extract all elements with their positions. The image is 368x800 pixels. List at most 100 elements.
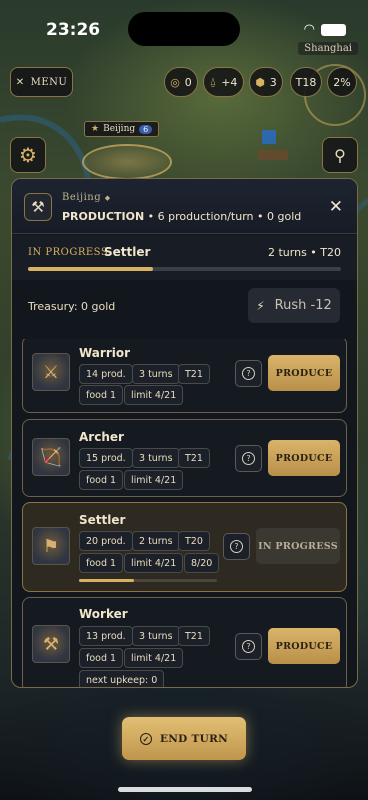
help-icon: ?: [242, 452, 255, 465]
limit-chip: limit 4/21: [124, 385, 184, 405]
help-icon: ?: [242, 640, 255, 653]
ready-chip: T21: [178, 626, 210, 646]
food-chip: food 1: [79, 553, 124, 573]
end-turn-button[interactable]: ✓ END TURN: [122, 717, 246, 760]
settler-icon: ⚑: [32, 527, 70, 565]
science-value: 0: [184, 75, 192, 89]
turn-pill[interactable]: T18: [290, 67, 322, 97]
dynamic-island: [128, 12, 240, 46]
close-panel-button[interactable]: ✕: [329, 197, 343, 217]
warrior-icon: ⚔: [32, 353, 70, 391]
produce-button[interactable]: PRODUCE: [268, 628, 340, 664]
city-label-beijing-name: Beijing: [103, 124, 136, 134]
prod-chip: 15 prod.: [79, 448, 133, 468]
panel-city-name: Beijing ◆: [62, 192, 111, 203]
production-pill[interactable]: ⬢ 3: [249, 67, 283, 97]
city-size-badge: 6: [139, 124, 153, 134]
in-progress-turns: 2 turns • T20: [267, 246, 341, 259]
settler-progress-fill: [79, 579, 135, 582]
rush-button[interactable]: ⚡ Rush -12: [248, 288, 340, 323]
gear-icon: ⚙: [19, 143, 37, 167]
unit-card-settler[interactable]: ⚑ Settler 20 prod. 2 turns T20 food 1 li…: [22, 502, 347, 592]
production-value: 3: [269, 75, 277, 89]
unit-info-button[interactable]: ?: [235, 360, 262, 387]
culture-icon: ⍙: [209, 75, 217, 88]
culture-value: +4: [221, 75, 238, 89]
turns-chip: 3 turns: [132, 626, 180, 646]
turns-chip: 3 turns: [132, 448, 180, 468]
help-icon: ?: [242, 367, 255, 380]
prod-chip: 20 prod.: [79, 531, 133, 551]
city-label-shanghai[interactable]: Shanghai: [298, 42, 358, 55]
ready-chip: T21: [178, 364, 210, 384]
cube-icon: ⬢: [255, 75, 265, 89]
unit-list[interactable]: ⚔ Warrior 14 prod. 3 turns T21 food 1 li…: [22, 339, 347, 687]
in-progress-section: IN PROGRESS Settler 2 turns • T20: [12, 235, 357, 280]
unit-name: Warrior: [79, 346, 131, 360]
in-progress-bar: [28, 267, 341, 271]
close-icon: ✕: [328, 197, 343, 217]
treasury-text: Treasury: 0 gold: [28, 300, 116, 313]
close-icon: ✕: [15, 76, 25, 88]
archer-icon: 🏹: [32, 438, 70, 476]
prod-chip: 14 prod.: [79, 364, 133, 384]
percent-pill[interactable]: 2%: [327, 67, 357, 97]
unit-info-button[interactable]: ?: [223, 533, 250, 560]
help-icon: ?: [230, 540, 243, 553]
unit-name: Worker: [79, 607, 128, 621]
prod-chip: 13 prod.: [79, 626, 133, 646]
percent-value: 2%: [333, 75, 351, 89]
menu-button[interactable]: ✕ MENU: [10, 67, 73, 97]
unit-card-warrior[interactable]: ⚔ Warrior 14 prod. 3 turns T21 food 1 li…: [22, 339, 347, 413]
turns-chip: 2 turns: [132, 531, 180, 551]
status-icons: ◠: [304, 22, 346, 37]
star-icon: ★: [91, 124, 100, 134]
unit-name: Settler: [79, 513, 126, 527]
panel-title-main: PRODUCTION: [62, 210, 145, 223]
ready-chip: T20: [178, 531, 210, 551]
food-chip: food 1: [79, 648, 124, 668]
progress-chip: 8/20: [184, 553, 220, 573]
turns-chip: 3 turns: [132, 364, 180, 384]
produce-button[interactable]: PRODUCE: [268, 355, 340, 391]
hammer-icon: ⚒: [24, 193, 52, 221]
panel-header: ⚒ Beijing ◆ PRODUCTION • 6 production/tu…: [12, 179, 357, 234]
ready-chip: T21: [178, 448, 210, 468]
lightning-icon: ⚡: [256, 298, 265, 313]
food-chip: food 1: [79, 385, 124, 405]
search-icon: ⚲: [334, 145, 346, 165]
panel-title: PRODUCTION • 6 production/turn • 0 gold: [62, 210, 301, 223]
unit-info-button[interactable]: ?: [235, 445, 262, 472]
battery-icon: [321, 23, 346, 36]
unit-card-worker[interactable]: ⚒ Worker 13 prod. 3 turns T21 food 1 lim…: [22, 597, 347, 687]
unit-card-archer[interactable]: 🏹 Archer 15 prod. 3 turns T21 food 1 lim…: [22, 419, 347, 497]
in-progress-label: IN PROGRESS: [28, 247, 109, 258]
city-ring-beijing[interactable]: [82, 144, 172, 180]
limit-chip: limit 4/21: [124, 553, 184, 573]
panel-title-detail: • 6 production/turn • 0 gold: [144, 210, 302, 223]
end-turn-label: END TURN: [159, 732, 229, 745]
panel-city-name-text: Beijing: [62, 192, 102, 203]
upkeep-chip: next upkeep: 0: [79, 670, 165, 687]
menu-label: MENU: [30, 76, 68, 88]
rush-label: Rush -12: [274, 298, 332, 313]
diamond-icon: ◆: [104, 194, 111, 202]
in-progress-unit: Settler: [104, 245, 151, 259]
science-icon: ◎: [170, 75, 180, 89]
settler-progress-bar: [79, 579, 217, 582]
production-panel: ⚒ Beijing ◆ PRODUCTION • 6 production/tu…: [11, 178, 358, 688]
culture-pill[interactable]: ⍙ +4: [203, 67, 244, 97]
unit-name: Archer: [79, 430, 124, 444]
limit-chip: limit 4/21: [124, 648, 184, 668]
produce-button[interactable]: PRODUCE: [268, 440, 340, 476]
food-chip: food 1: [79, 470, 124, 490]
search-button[interactable]: ⚲: [322, 137, 358, 173]
home-indicator: [118, 787, 252, 792]
worker-icon: ⚒: [32, 625, 70, 663]
settings-button[interactable]: ⚙: [10, 137, 46, 173]
check-icon: ✓: [139, 732, 152, 745]
limit-chip: limit 4/21: [124, 470, 184, 490]
science-pill[interactable]: ◎ 0: [164, 67, 198, 97]
city-label-beijing[interactable]: ★ Beijing 6: [84, 121, 160, 137]
unit-info-button[interactable]: ?: [235, 633, 262, 660]
